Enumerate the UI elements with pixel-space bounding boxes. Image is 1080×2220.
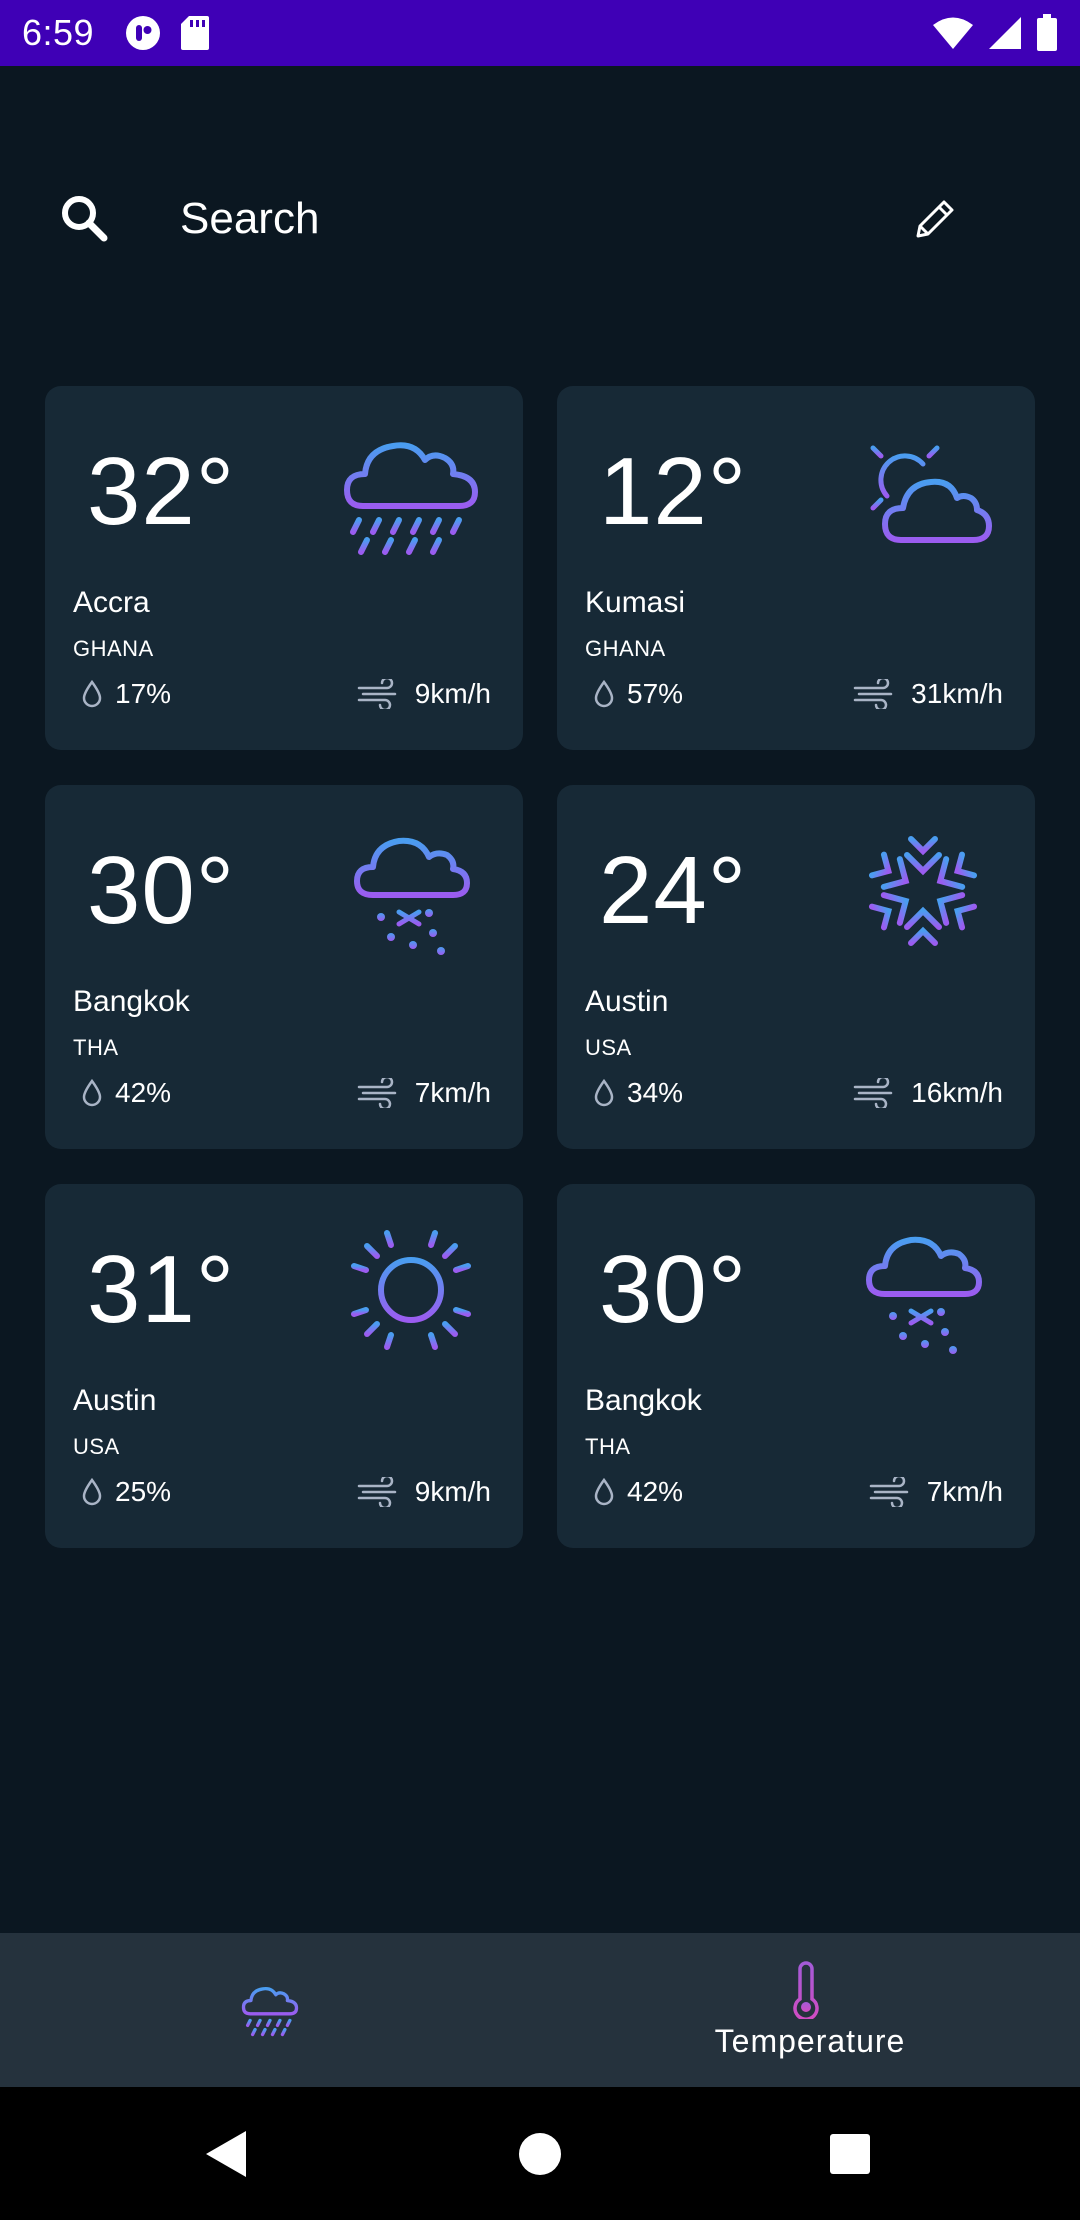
humidity-value: 42% (627, 1476, 684, 1507)
status-left-icons (124, 14, 210, 52)
wind-icon (357, 1078, 396, 1108)
droplet-icon (82, 680, 102, 708)
wind-icon (357, 1477, 396, 1507)
edit-icon[interactable] (910, 192, 962, 244)
bottom-navigation: Temperature (0, 1933, 1080, 2087)
nav-item-temperature[interactable]: Temperature (540, 1933, 1080, 2087)
city-name: Kumasi (585, 586, 686, 619)
battery-icon (1037, 14, 1057, 51)
wind: 7km/h (357, 1077, 491, 1109)
status-time: 6:59 (22, 12, 95, 53)
sun-icon (346, 1225, 476, 1355)
country-name: GHANA (73, 636, 154, 661)
app-root: 6:59 Search 32° Accra GHANA 17% 9km/h 12… (0, 0, 1080, 2220)
snow-cloud-icon (354, 837, 470, 955)
country-name: USA (73, 1434, 120, 1459)
wind-value: 9km/h (414, 678, 491, 709)
city-name: Austin (73, 1384, 157, 1417)
wind: 9km/h (357, 1476, 491, 1508)
city-name: Accra (73, 586, 150, 619)
humidity-value: 25% (115, 1476, 172, 1507)
weather-card[interactable]: 31° Austin USA 25% 9km/h (45, 1184, 523, 1548)
recents-icon[interactable] (813, 2117, 887, 2191)
signal-icon (989, 17, 1021, 49)
home-icon[interactable] (503, 2117, 577, 2191)
humidity: 17% (81, 678, 171, 710)
wind-icon (869, 1477, 908, 1507)
search-icon[interactable] (58, 192, 110, 244)
wind-value: 7km/h (926, 1476, 1003, 1507)
wifi-icon (933, 17, 973, 49)
city-name: Bangkok (585, 1384, 702, 1417)
country-name: THA (73, 1035, 119, 1060)
weather-card[interactable]: 30° Bangkok THA 42% 7km/h (45, 785, 523, 1149)
droplet-icon (82, 1079, 102, 1107)
humidity-value: 17% (115, 678, 172, 709)
nav-label: Temperature (714, 2022, 906, 2059)
wind-icon (853, 679, 893, 709)
temperature-value: 31° (87, 1236, 236, 1343)
temperature-value: 12° (599, 438, 748, 545)
weather-cards-grid: 32° Accra GHANA 17% 9km/h 12° Kumasi GHA… (45, 386, 1035, 1548)
humidity: 34% (593, 1077, 683, 1109)
droplet-icon (594, 1478, 614, 1506)
temperature-value: 30° (599, 1236, 748, 1343)
humidity: 42% (593, 1476, 683, 1508)
system-navigation-bar (0, 2087, 1080, 2220)
search-bar (0, 170, 1080, 270)
sd-card-icon (181, 16, 210, 50)
search-input[interactable] (180, 184, 880, 254)
wind-icon (357, 679, 396, 709)
snow-cloud-icon (866, 1236, 982, 1354)
droplet-icon (594, 1079, 614, 1107)
humidity-value: 34% (627, 1077, 684, 1108)
partly-cloudy-sun-icon (860, 431, 992, 543)
country-name: THA (585, 1434, 631, 1459)
wind: 31km/h (853, 678, 1003, 710)
wind: 16km/h (853, 1077, 1003, 1109)
wind-value: 16km/h (911, 1077, 1003, 1108)
weather-card[interactable]: 24° Austin USA 34% 16km/h (557, 785, 1035, 1149)
humidity-value: 57% (627, 678, 684, 709)
back-icon[interactable] (192, 2117, 266, 2191)
humidity: 25% (81, 1476, 171, 1508)
snowflake-icon (868, 828, 978, 954)
weather-card[interactable]: 32° Accra GHANA 17% 9km/h (45, 386, 523, 750)
wind-icon (853, 1078, 893, 1108)
nav-item-weather[interactable] (0, 1933, 540, 2087)
droplet-icon (594, 680, 614, 708)
wind-value: 9km/h (414, 1476, 491, 1507)
humidity: 57% (593, 678, 683, 710)
thermometer-icon (793, 1960, 828, 2019)
temperature-value: 24° (599, 837, 748, 944)
humidity: 42% (81, 1077, 171, 1109)
humidity-value: 42% (115, 1077, 172, 1108)
status-bar: 6:59 (0, 0, 1080, 66)
wind-value: 31km/h (911, 678, 1003, 709)
rain-cloud-icon (241, 1987, 299, 2037)
country-name: GHANA (585, 636, 666, 661)
wind-value: 7km/h (414, 1077, 491, 1108)
wind: 9km/h (357, 678, 491, 710)
temperature-value: 32° (87, 438, 236, 545)
weather-card[interactable]: 12° Kumasi GHANA 57% 31km/h (557, 386, 1035, 750)
city-name: Bangkok (73, 985, 190, 1018)
city-name: Austin (585, 985, 669, 1018)
status-right-icons (932, 14, 1058, 52)
rain-cloud-icon (344, 442, 478, 555)
notification-app-icon (126, 16, 161, 50)
weather-card[interactable]: 30° Bangkok THA 42% 7km/h (557, 1184, 1035, 1548)
wind: 7km/h (869, 1476, 1003, 1508)
country-name: USA (585, 1035, 632, 1060)
temperature-value: 30° (87, 837, 236, 944)
droplet-icon (82, 1478, 102, 1506)
